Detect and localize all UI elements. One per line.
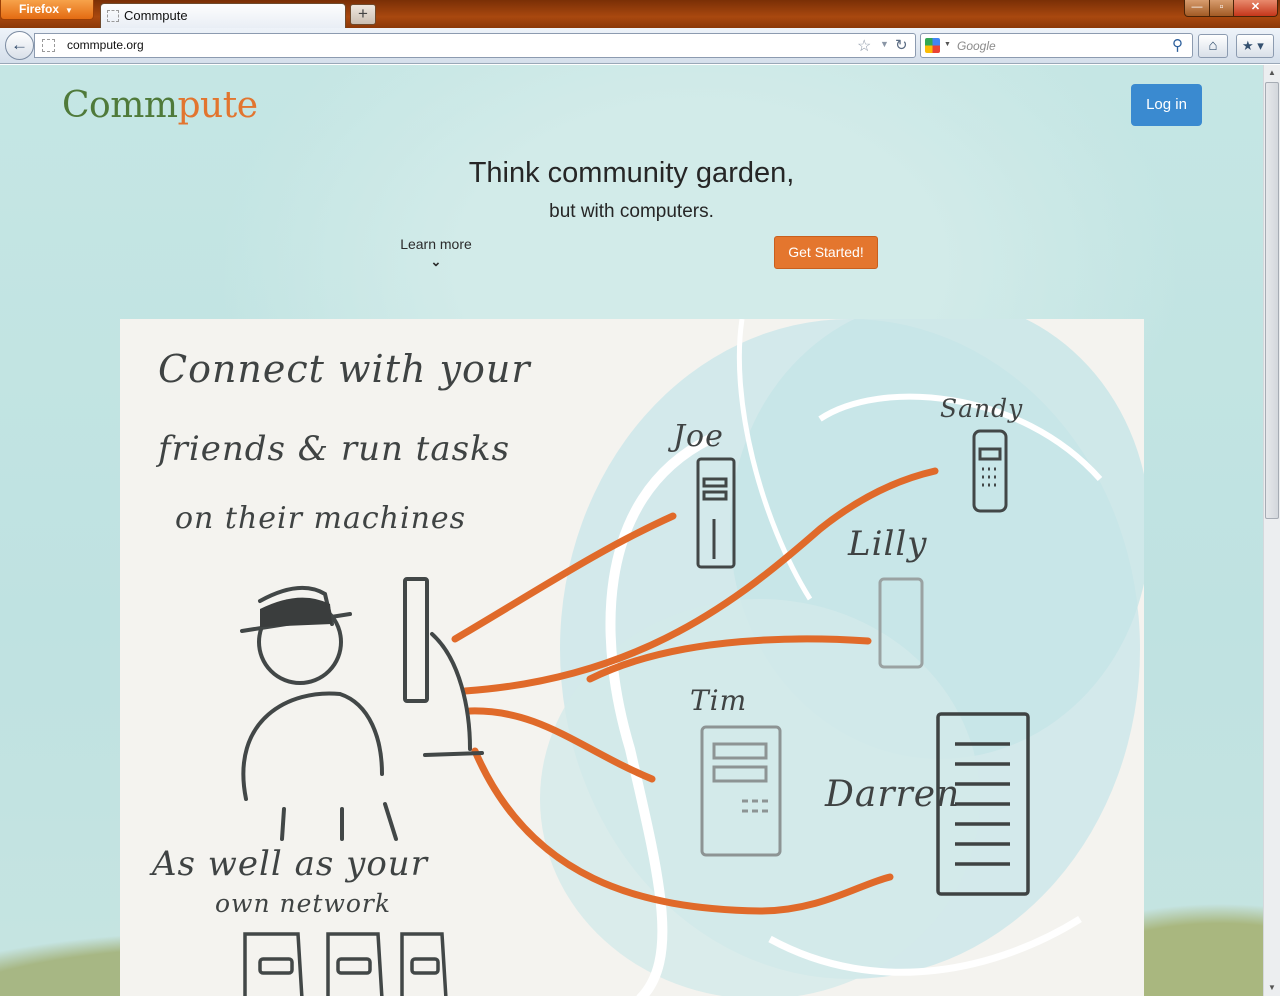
sketch-text-line: Connect with your — [158, 347, 531, 391]
home-icon: ⌂ — [1208, 37, 1218, 54]
search-input[interactable]: Google — [957, 39, 996, 53]
sketch-text-line: As well as your — [152, 844, 428, 884]
back-button[interactable]: ← — [5, 31, 34, 60]
sketch-name-lilly: Lilly — [848, 524, 928, 564]
hero-illustration: Connect with your friends & run tasks on… — [120, 319, 1144, 996]
firefox-menu-label: Firefox — [19, 2, 60, 16]
sketch-name-darren: Darren — [825, 774, 961, 815]
minimize-button[interactable]: — — [1184, 0, 1210, 17]
hero-subtitle: but with computers. — [549, 201, 714, 222]
page-viewport: Commpute Log in Think community garden, … — [0, 65, 1263, 996]
navigation-toolbar: ← commpute.org ☆ ▼ ↻ ▼ Google ⚲ ⌂ ★ ▾ — [0, 28, 1280, 64]
sketch-text-line: on their machines — [175, 501, 467, 536]
engine-dropdown-icon[interactable]: ▼ — [944, 41, 951, 48]
bookmarks-button[interactable]: ★ ▾ — [1236, 34, 1274, 58]
bookmark-star-icon[interactable]: ☆ — [857, 36, 871, 56]
hero-title: Think community garden, — [468, 157, 795, 189]
learn-more-link[interactable]: Learn more ⌄ — [386, 236, 486, 268]
scrollbar-thumb[interactable] — [1265, 82, 1279, 519]
get-started-button[interactable]: Get Started! — [774, 236, 878, 269]
new-tab-button[interactable]: + — [350, 4, 376, 25]
back-arrow-icon: ← — [11, 35, 28, 54]
close-button[interactable]: ✕ — [1233, 0, 1278, 17]
magnifier-icon[interactable]: ⚲ — [1172, 36, 1183, 54]
history-dropdown-icon[interactable]: ▼ — [880, 39, 889, 49]
sketch-text-line: friends & run tasks — [158, 429, 511, 469]
chevron-down-icon: ⌄ — [430, 254, 442, 269]
search-engine-icon[interactable] — [925, 38, 940, 53]
reload-icon[interactable]: ↻ — [895, 36, 908, 54]
sketch-name-tim: Tim — [690, 684, 748, 717]
vertical-scrollbar[interactable]: ▲ ▼ — [1263, 65, 1280, 996]
window-titlebar: Firefox ▼ Commpute + — ▫ ✕ — [0, 0, 1280, 28]
scroll-down-icon[interactable]: ▼ — [1264, 980, 1280, 996]
sketch-name-sandy: Sandy — [940, 394, 1024, 423]
tab-title: Commpute — [124, 8, 188, 23]
bookmarks-icon: ★ ▾ — [1242, 38, 1264, 53]
login-button[interactable]: Log in — [1131, 84, 1202, 126]
address-bar[interactable]: commpute.org ☆ ▼ ↻ — [34, 33, 916, 58]
site-identity-icon[interactable] — [42, 39, 55, 52]
sketch-name-joe: Joe — [673, 419, 724, 454]
favicon-icon — [107, 10, 119, 22]
browser-tab[interactable]: Commpute — [100, 3, 346, 28]
site-logo[interactable]: Commpute — [62, 85, 258, 126]
maximize-button[interactable]: ▫ — [1209, 0, 1234, 17]
caret-down-icon: ▼ — [65, 6, 73, 15]
home-button[interactable]: ⌂ — [1198, 34, 1228, 58]
learn-more-label: Learn more — [400, 236, 472, 252]
scroll-up-icon[interactable]: ▲ — [1264, 65, 1280, 81]
logo-text-comm: Comm — [62, 85, 178, 126]
search-bar[interactable]: ▼ Google ⚲ — [920, 33, 1193, 58]
logo-text-pute: pute — [177, 85, 259, 126]
sketch-text-line: own network — [215, 889, 391, 918]
firefox-menu-button[interactable]: Firefox ▼ — [0, 0, 94, 20]
url-text[interactable]: commpute.org — [67, 38, 144, 52]
